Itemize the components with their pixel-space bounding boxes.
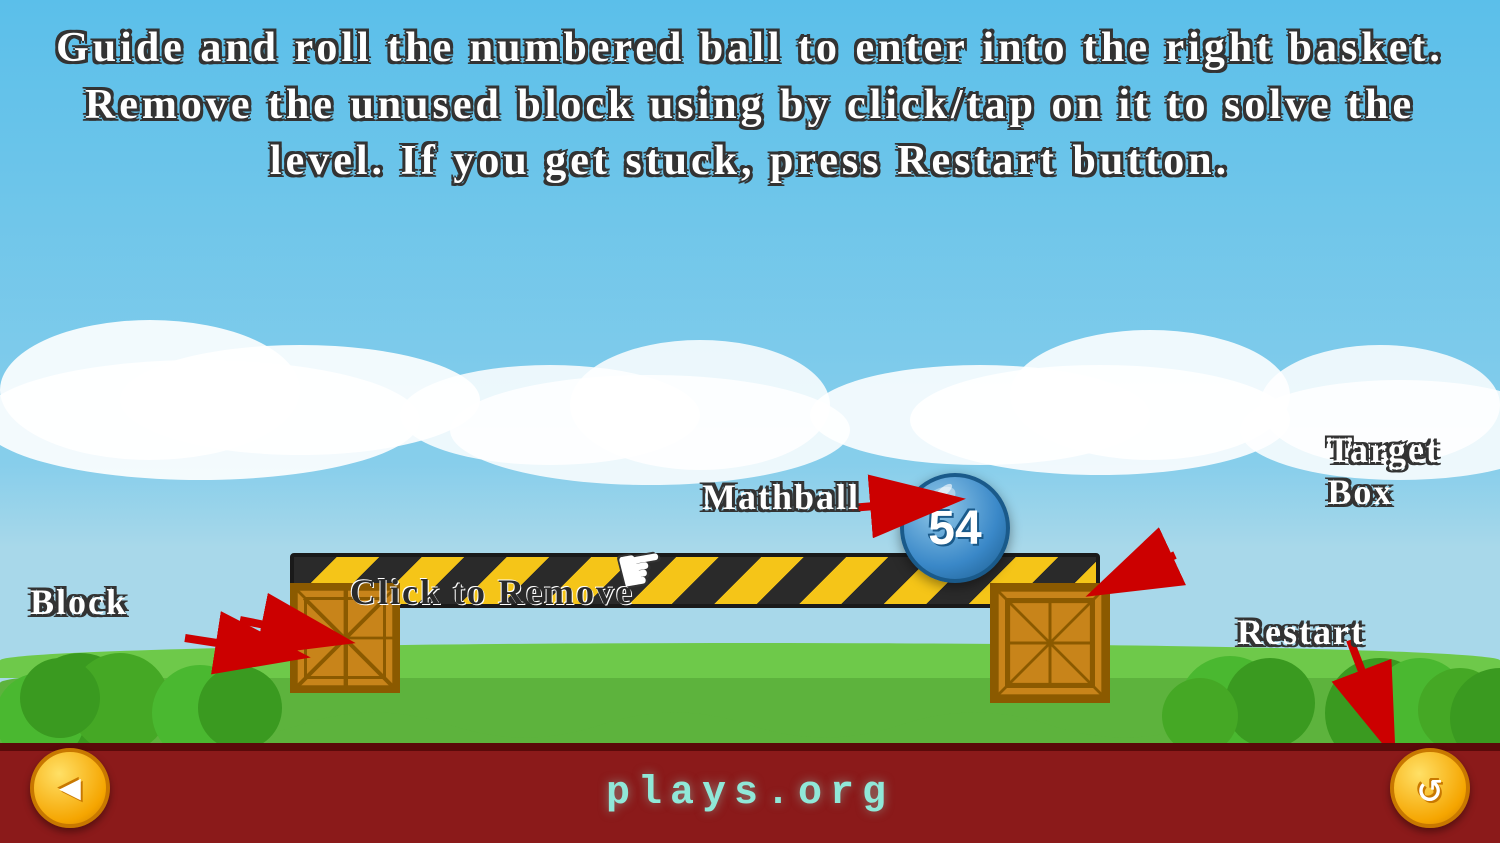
site-url: plays.org — [606, 771, 894, 816]
back-button[interactable] — [30, 748, 110, 828]
bottom-bar: plays.org — [0, 743, 1500, 843]
mathball-label: Mathball — [702, 476, 860, 518]
target-box-label: TargetBox — [1327, 429, 1440, 513]
restart-button[interactable] — [1390, 748, 1470, 828]
target-crate[interactable] — [990, 583, 1110, 703]
click-to-remove-label: Click to Remove — [350, 571, 634, 613]
mathball: 54 — [900, 473, 1010, 583]
mathball-number: 54 — [928, 501, 981, 556]
instruction-paragraph: Guide and roll the numbered ball to ente… — [40, 20, 1460, 190]
block-label: Block — [30, 581, 128, 623]
game-screen: Guide and roll the numbered ball to ente… — [0, 0, 1500, 843]
target-box-text: TargetBox — [1327, 430, 1440, 512]
restart-label: Restart — [1237, 611, 1365, 653]
instruction-text: Guide and roll the numbered ball to ente… — [0, 10, 1500, 200]
